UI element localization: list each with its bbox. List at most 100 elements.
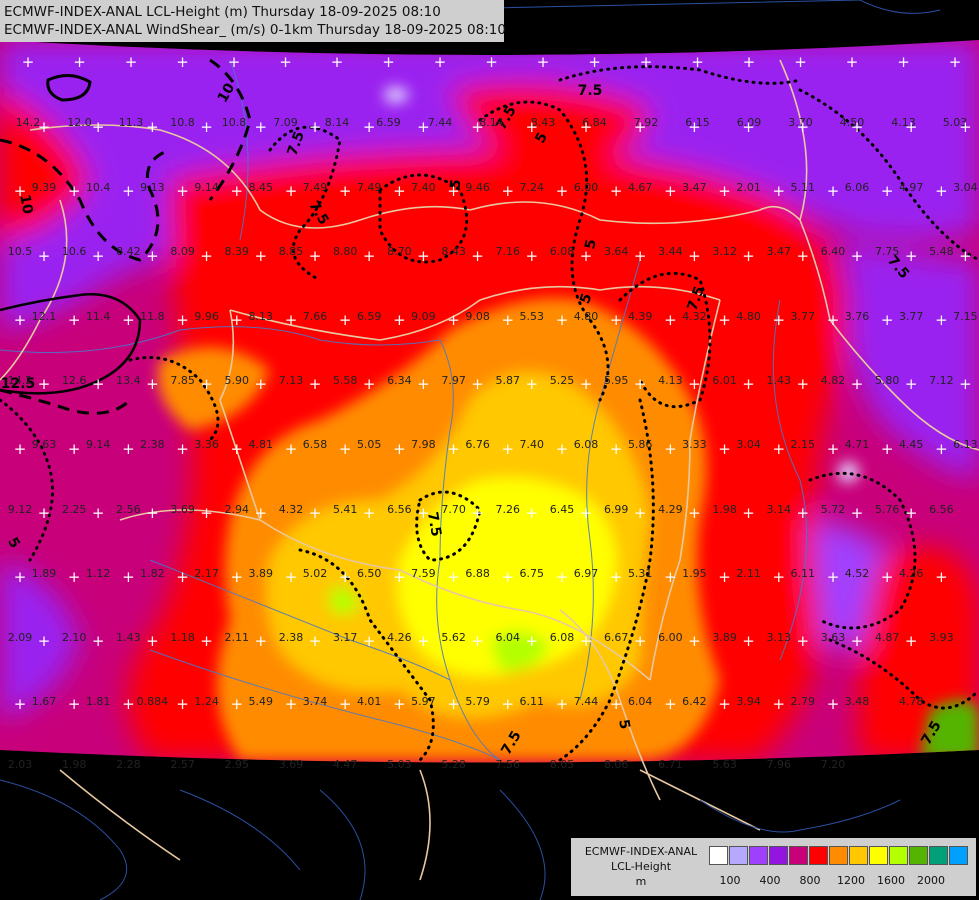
grid-marker: + [556, 440, 569, 458]
station-value: 10.8 [222, 116, 247, 129]
station-value: 2.95 [225, 758, 250, 771]
station-value: 6.88 [465, 567, 490, 580]
grid-marker: + [959, 118, 972, 136]
station-value: 8.06 [604, 758, 629, 771]
grid-marker: + [309, 375, 322, 393]
grid-marker: + [959, 375, 972, 393]
grid-marker: + [471, 247, 484, 265]
legend-unit: m [635, 875, 647, 888]
grid-marker: + [905, 504, 918, 522]
station-value: 4.26 [899, 567, 924, 580]
grid-marker: + [38, 504, 51, 522]
grid-marker: + [200, 632, 213, 650]
legend-tick-label: 1200 [837, 874, 865, 887]
grid-marker: + [309, 632, 322, 650]
station-value: 8.39 [225, 245, 250, 258]
station-value: 5.41 [333, 503, 358, 516]
outside-border-s-2 [499, 789, 546, 900]
grid-marker: + [122, 182, 135, 200]
grid-marker: + [146, 375, 159, 393]
grid-marker: + [231, 311, 244, 329]
station-value: 4.82 [821, 374, 846, 387]
station-value: 6.00 [574, 181, 599, 194]
station-value: 9.09 [411, 310, 436, 323]
station-value: 4.13 [658, 374, 683, 387]
legend-swatch [949, 846, 968, 865]
station-value: 3.04 [736, 438, 761, 451]
station-value: 6.00 [658, 631, 683, 644]
grid-marker: + [691, 53, 704, 71]
legend-source: ECMWF-INDEX-ANAL [584, 845, 698, 858]
grid-marker: + [881, 311, 894, 329]
grid-marker: + [502, 311, 515, 329]
grid-marker: + [851, 375, 864, 393]
contour-label: 7.5 [578, 83, 603, 99]
station-value: 4.39 [628, 310, 653, 323]
station-value: 7.44 [428, 116, 453, 129]
station-value: 12.0 [67, 116, 92, 129]
station-value: 9.14 [86, 438, 111, 451]
station-value: 7.49 [357, 181, 382, 194]
station-value: 6.67 [604, 631, 629, 644]
station-value: 6.56 [929, 503, 954, 516]
station-value: 11.8 [140, 310, 165, 323]
grid-marker: + [231, 182, 244, 200]
station-value: 2.38 [279, 631, 304, 644]
grid-marker: + [502, 568, 515, 586]
grid-marker: + [125, 53, 138, 71]
station-value: 3.74 [303, 695, 328, 708]
station-value: 3.89 [249, 567, 274, 580]
station-value: 3.47 [767, 245, 792, 258]
grid-marker: + [363, 632, 376, 650]
grid-marker: + [664, 311, 677, 329]
station-value: 2.57 [170, 758, 195, 771]
station-value: 3.14 [767, 503, 792, 516]
station-value: 7.59 [411, 567, 436, 580]
station-value: 10.8 [170, 116, 195, 129]
grid-marker: + [935, 440, 948, 458]
grid-marker: + [92, 247, 105, 265]
station-value: 7.49 [303, 181, 328, 194]
grid-marker: + [363, 375, 376, 393]
grid-marker: + [471, 118, 484, 136]
station-value: 2.01 [736, 181, 761, 194]
grid-marker: + [176, 695, 189, 713]
outside-border-s-1 [319, 789, 366, 900]
legend-ticks: 100 400 800 1200 1600 2000 [709, 874, 971, 888]
grid-marker: + [309, 504, 322, 522]
grid-marker: + [417, 375, 430, 393]
station-value: 5.49 [249, 695, 274, 708]
station-value: 3.89 [712, 631, 737, 644]
grid-marker: + [331, 53, 344, 71]
grid-marker: + [146, 632, 159, 650]
grid-marker: + [797, 375, 810, 393]
grid-marker: + [881, 568, 894, 586]
grid-marker: + [742, 632, 755, 650]
grid-marker: + [897, 53, 910, 71]
station-value: 1.98 [712, 503, 737, 516]
grid-marker: + [485, 53, 498, 71]
station-value: 3.93 [929, 631, 954, 644]
grid-marker: + [279, 53, 292, 71]
station-value: 8.42 [116, 245, 141, 258]
station-value: 7.20 [821, 758, 846, 771]
grid-marker: + [231, 568, 244, 586]
grid-marker: + [417, 632, 430, 650]
grid-marker: + [526, 375, 539, 393]
grid-marker: + [382, 53, 395, 71]
grid-marker: + [122, 695, 135, 713]
station-value: 9.13 [140, 181, 165, 194]
grid-marker: + [92, 118, 105, 136]
grid-marker: + [935, 311, 948, 329]
station-value: 9.08 [465, 310, 490, 323]
station-value: 6.56 [387, 503, 412, 516]
legend-swatch [729, 846, 748, 865]
station-value: 3.69 [170, 503, 195, 516]
grid-marker: + [851, 632, 864, 650]
grid-marker: + [502, 182, 515, 200]
grid-marker: + [176, 182, 189, 200]
station-value: 0.884 [137, 695, 169, 708]
grid-marker: + [797, 632, 810, 650]
station-value: 9.39 [32, 181, 57, 194]
station-value: 5.90 [225, 374, 250, 387]
